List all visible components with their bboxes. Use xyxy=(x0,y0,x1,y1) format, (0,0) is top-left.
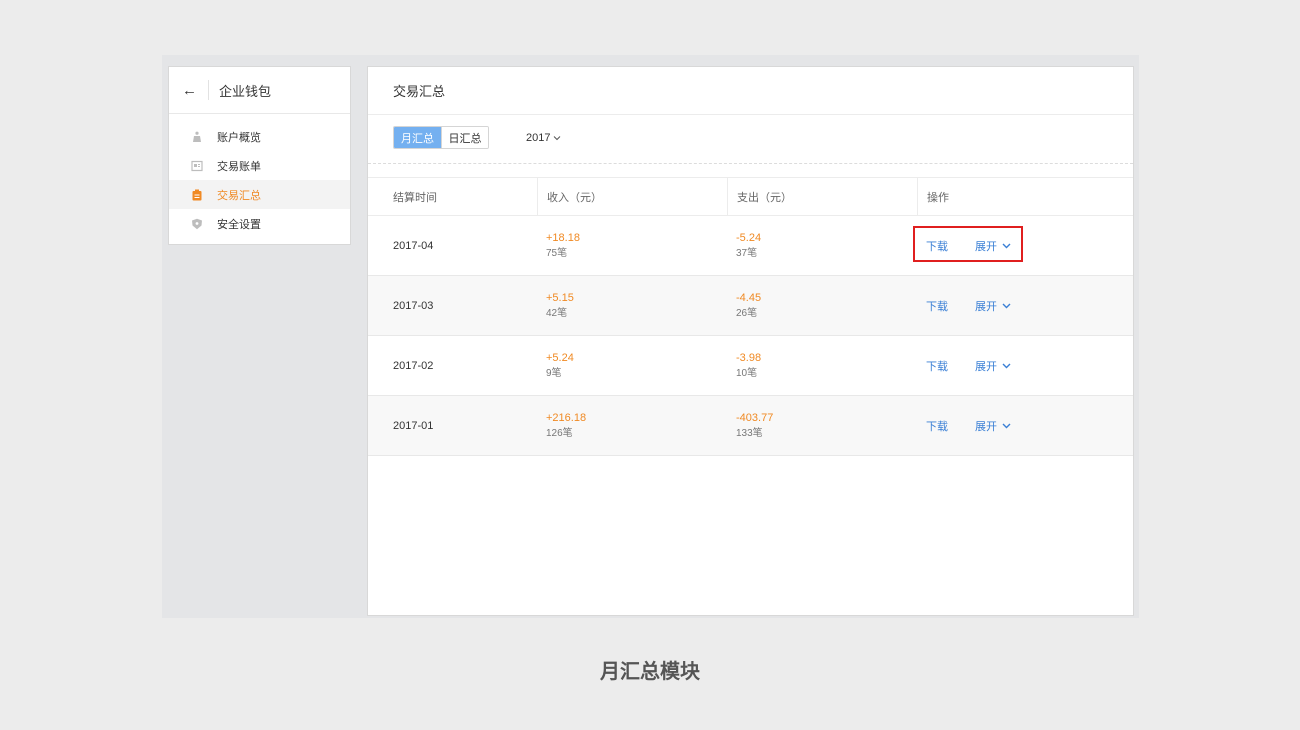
income-amount: +5.24 xyxy=(546,351,574,364)
income-amount: +18.18 xyxy=(546,231,580,244)
clipboard-icon xyxy=(191,189,203,201)
highlight-box xyxy=(913,226,1023,262)
page-title: 交易汇总 xyxy=(368,67,1133,115)
actions-cell: 下载 展开 xyxy=(917,396,1133,455)
table-row: 2017-03 +5.15 42笔 -4.45 26笔 下载 展开 xyxy=(368,276,1133,336)
actions-cell: 下载 展开 xyxy=(917,276,1133,335)
sidebar-item-label: 账户概览 xyxy=(217,131,261,144)
sidebar-item-label: 安全设置 xyxy=(217,218,261,231)
download-link[interactable]: 下载 xyxy=(926,358,948,374)
row-date: 2017-02 xyxy=(393,359,434,372)
income-count: 9笔 xyxy=(546,367,562,379)
expand-label: 展开 xyxy=(975,420,997,433)
table-row: 2017-02 +5.24 9笔 -3.98 10笔 下载 展开 xyxy=(368,336,1133,396)
column-header-actions: 操作 xyxy=(917,178,1133,215)
module-caption: 月汇总模块 xyxy=(600,661,700,683)
sidebar-item-account-overview[interactable]: 账户概览 xyxy=(169,122,350,151)
back-arrow-icon[interactable]: ← xyxy=(182,83,200,98)
sidebar-item-label: 交易汇总 xyxy=(217,189,261,202)
sidebar-nav: 账户概览 交易账单 交易汇总 安全设置 xyxy=(169,114,350,238)
expense-count: 10笔 xyxy=(736,367,758,379)
year-select[interactable]: 2017 xyxy=(526,132,561,144)
expense-cell: -5.24 37笔 xyxy=(727,216,917,275)
sidebar-item-label: 交易账单 xyxy=(217,160,261,173)
row-date: 2017-03 xyxy=(393,299,434,312)
expense-amount: -3.98 xyxy=(736,351,762,364)
expense-cell: -4.45 26笔 xyxy=(727,276,917,335)
download-link[interactable]: 下载 xyxy=(926,418,948,434)
income-cell: +18.18 75笔 xyxy=(537,216,727,275)
bill-icon xyxy=(191,160,203,172)
expense-cell: -403.77 133笔 xyxy=(727,396,917,455)
expense-cell: -3.98 10笔 xyxy=(727,336,917,395)
income-cell: +216.18 126笔 xyxy=(537,396,727,455)
main-panel: 交易汇总 月汇总 日汇总 2017 结算时间 收入（元） 支出（元） 操作 20… xyxy=(367,66,1134,616)
expand-link[interactable]: 展开 xyxy=(975,358,1011,374)
download-link[interactable]: 下载 xyxy=(926,298,948,314)
income-count: 75笔 xyxy=(546,247,568,259)
income-cell: +5.15 42笔 xyxy=(537,276,727,335)
sidebar-header: ← 企业钱包 xyxy=(169,67,350,114)
tab-daily-summary[interactable]: 日汇总 xyxy=(441,127,488,148)
column-header-expense: 支出（元） xyxy=(727,178,917,215)
sidebar-title: 企业钱包 xyxy=(219,83,272,99)
expand-label: 展开 xyxy=(975,360,997,373)
expense-count: 26笔 xyxy=(736,307,758,319)
income-count: 42笔 xyxy=(546,307,568,319)
expand-link[interactable]: 展开 xyxy=(975,418,1011,434)
chevron-down-icon xyxy=(554,136,561,141)
income-count: 126笔 xyxy=(546,427,573,439)
summary-table: 结算时间 收入（元） 支出（元） 操作 2017-04 +18.18 75笔 -… xyxy=(368,177,1133,456)
income-cell: +5.24 9笔 xyxy=(537,336,727,395)
app-frame: ← 企业钱包 账户概览 交易账单 交易汇总 安全设置 交易汇总 月汇总 日汇总 … xyxy=(162,55,1139,618)
chevron-down-icon xyxy=(1002,303,1011,308)
row-date: 2017-04 xyxy=(393,239,434,252)
expense-amount: -403.77 xyxy=(736,411,774,424)
shield-icon xyxy=(191,218,203,230)
sidebar: ← 企业钱包 账户概览 交易账单 交易汇总 安全设置 xyxy=(168,66,351,245)
expand-label: 展开 xyxy=(975,300,997,313)
sidebar-item-transaction-bill[interactable]: 交易账单 xyxy=(169,151,350,180)
expense-amount: -4.45 xyxy=(736,291,762,304)
toolbar: 月汇总 日汇总 2017 xyxy=(368,115,1133,164)
income-amount: +216.18 xyxy=(546,411,587,424)
sidebar-item-transaction-summary[interactable]: 交易汇总 xyxy=(169,180,350,209)
sidebar-item-security-settings[interactable]: 安全设置 xyxy=(169,209,350,238)
actions-cell: 下载 展开 xyxy=(917,336,1133,395)
row-date: 2017-01 xyxy=(393,419,434,432)
table-row: 2017-01 +216.18 126笔 -403.77 133笔 下载 展开 xyxy=(368,396,1133,456)
column-header-settlement-time: 结算时间 xyxy=(393,191,437,204)
header-divider xyxy=(208,80,209,100)
column-header-income: 收入（元） xyxy=(537,178,727,215)
expand-link[interactable]: 展开 xyxy=(975,298,1011,314)
table-header: 结算时间 收入（元） 支出（元） 操作 xyxy=(368,177,1133,216)
expense-count: 133笔 xyxy=(736,427,763,439)
moneybag-icon xyxy=(191,131,203,143)
summary-tabs: 月汇总 日汇总 xyxy=(393,126,489,149)
income-amount: +5.15 xyxy=(546,291,574,304)
tab-monthly-summary[interactable]: 月汇总 xyxy=(394,127,441,148)
expense-amount: -5.24 xyxy=(736,231,762,244)
expense-count: 37笔 xyxy=(736,247,758,259)
year-select-value: 2017 xyxy=(526,132,551,144)
chevron-down-icon xyxy=(1002,363,1011,368)
chevron-down-icon xyxy=(1002,423,1011,428)
